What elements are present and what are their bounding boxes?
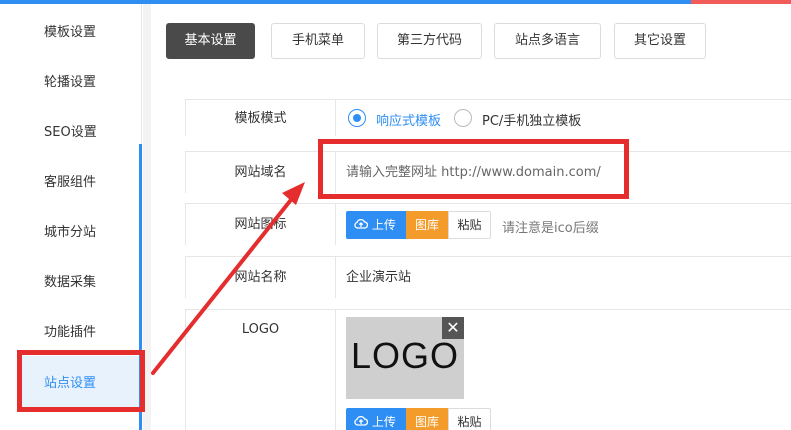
annotation-arrow <box>151 182 305 375</box>
